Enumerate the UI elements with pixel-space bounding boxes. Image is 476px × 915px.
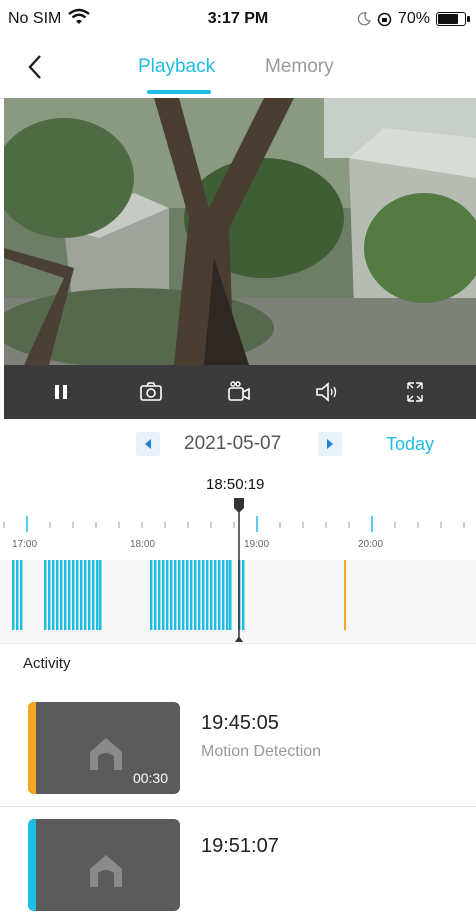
back-arrow-icon[interactable] bbox=[22, 52, 52, 82]
today-button[interactable]: Today bbox=[386, 434, 434, 455]
recording-segment bbox=[170, 560, 173, 630]
battery-icon bbox=[436, 12, 470, 26]
recording-segment bbox=[80, 560, 83, 630]
tick-label: 18:00 bbox=[130, 539, 156, 550]
recording-segment bbox=[92, 560, 95, 630]
recording-segment bbox=[202, 560, 205, 630]
recording-segment bbox=[16, 560, 19, 630]
speaker-icon[interactable] bbox=[314, 379, 340, 405]
activity-item[interactable]: 00:30 19:45:05 Motion Detection bbox=[0, 688, 476, 798]
video-frame bbox=[4, 98, 476, 365]
playhead[interactable] bbox=[229, 496, 249, 646]
recording-segment bbox=[52, 560, 55, 630]
recording-segment bbox=[88, 560, 91, 630]
tab-playback[interactable]: Playback bbox=[138, 56, 215, 78]
next-day-button[interactable] bbox=[318, 432, 342, 456]
recording-segment bbox=[76, 560, 79, 630]
active-tab-indicator bbox=[147, 90, 211, 94]
event-color-stripe bbox=[28, 702, 36, 794]
status-right: 70% bbox=[357, 10, 470, 28]
recording-segment bbox=[222, 560, 225, 630]
activity-item[interactable]: 19:51:07 bbox=[0, 805, 476, 915]
recording-segment bbox=[218, 560, 221, 630]
recording-segment bbox=[68, 560, 71, 630]
record-video-icon[interactable] bbox=[226, 379, 252, 405]
recording-segment bbox=[20, 560, 23, 630]
recording-segment bbox=[198, 560, 201, 630]
activity-heading: Activity bbox=[23, 655, 71, 672]
event-time: 19:45:05 bbox=[201, 712, 279, 734]
camera-video-feed[interactable] bbox=[4, 98, 476, 365]
recording-segment bbox=[158, 560, 161, 630]
recording-segment bbox=[84, 560, 87, 630]
recording-segment bbox=[150, 560, 153, 630]
recording-segment bbox=[178, 560, 181, 630]
recording-segment bbox=[174, 560, 177, 630]
home-icon bbox=[90, 855, 122, 887]
tab-memory[interactable]: Memory bbox=[265, 56, 334, 78]
recording-segment bbox=[56, 560, 59, 630]
recording-segment bbox=[210, 560, 213, 630]
moon-icon bbox=[357, 12, 371, 26]
divider bbox=[0, 643, 476, 644]
status-bar: No SIM 3:17 PM 70% bbox=[0, 0, 476, 40]
recording-segment bbox=[60, 560, 63, 630]
event-thumbnail[interactable]: 00:30 bbox=[28, 702, 180, 794]
recording-segment bbox=[64, 560, 67, 630]
event-type: Motion Detection bbox=[201, 743, 322, 760]
alert-segment bbox=[344, 560, 346, 630]
snapshot-camera-icon[interactable] bbox=[138, 379, 164, 405]
playback-timeline[interactable]: 18:50:19 17:00 18:00 19:00 20:00 bbox=[0, 468, 476, 643]
recording-segment bbox=[99, 560, 102, 630]
orientation-lock-icon bbox=[377, 12, 392, 26]
recording-segment bbox=[206, 560, 209, 630]
tick-label: 17:00 bbox=[12, 539, 38, 550]
pause-icon[interactable] bbox=[48, 379, 74, 405]
recording-segment bbox=[72, 560, 75, 630]
recording-segment bbox=[166, 560, 169, 630]
tick-label: 20:00 bbox=[358, 539, 384, 550]
event-thumbnail[interactable] bbox=[28, 819, 180, 911]
triangle-right-icon bbox=[327, 439, 333, 449]
home-icon bbox=[90, 738, 122, 770]
recording-segment bbox=[96, 560, 99, 630]
recording-segment bbox=[182, 560, 185, 630]
current-time-label: 18:50:19 bbox=[206, 476, 265, 493]
recording-segment bbox=[162, 560, 165, 630]
recording-segment bbox=[190, 560, 193, 630]
triangle-left-icon bbox=[145, 439, 151, 449]
event-duration: 00:30 bbox=[132, 770, 168, 786]
top-nav: Playback Memory bbox=[0, 40, 476, 99]
recording-segment bbox=[154, 560, 157, 630]
event-time: 19:51:07 bbox=[201, 835, 279, 857]
recording-segment bbox=[48, 560, 51, 630]
fullscreen-icon[interactable] bbox=[402, 379, 428, 405]
battery-percent: 70% bbox=[397, 10, 430, 27]
selected-date[interactable]: 2021-05-07 bbox=[184, 433, 281, 455]
recording-segment bbox=[186, 560, 189, 630]
event-color-stripe bbox=[28, 819, 36, 911]
date-selector: 2021-05-07 Today bbox=[0, 420, 476, 468]
recording-segment bbox=[214, 560, 217, 630]
recording-segment bbox=[12, 560, 15, 630]
player-controls bbox=[4, 365, 476, 419]
recording-segment bbox=[44, 560, 47, 630]
recording-segment bbox=[194, 560, 197, 630]
previous-day-button[interactable] bbox=[136, 432, 160, 456]
